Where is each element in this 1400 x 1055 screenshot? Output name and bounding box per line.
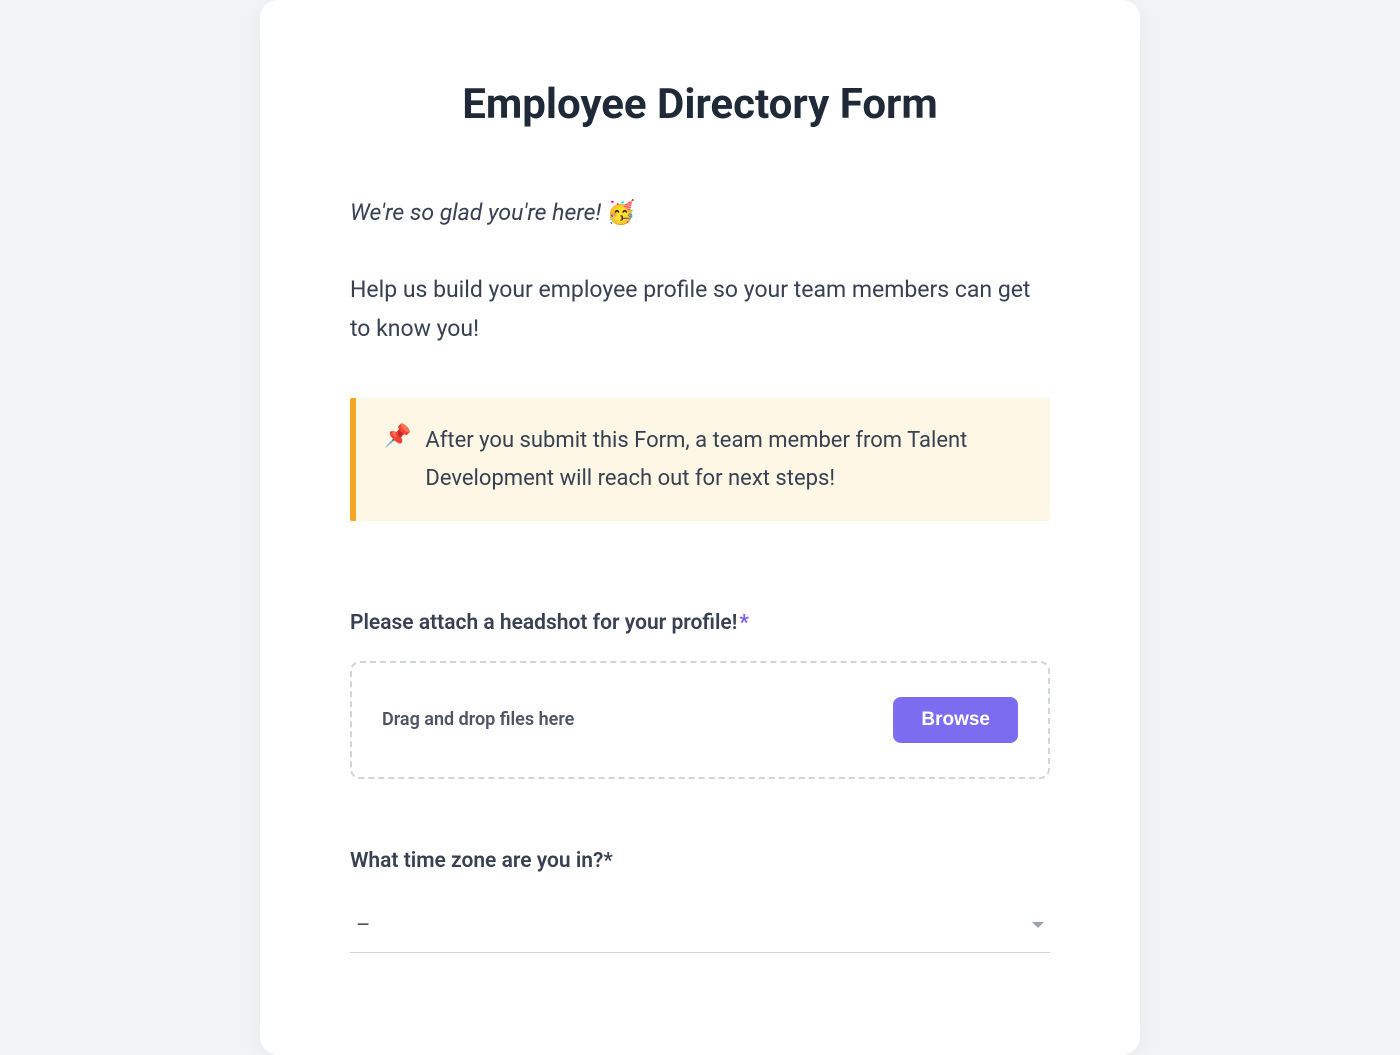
timezone-selected-value: –: [356, 913, 370, 938]
timezone-label-text: What time zone are you in?: [350, 849, 603, 873]
headshot-field: Please attach a headshot for your profil…: [350, 611, 1050, 779]
chevron-down-icon: [1032, 922, 1044, 928]
form-card: Employee Directory Form We're so glad yo…: [260, 0, 1140, 1055]
party-face-emoji: 🥳: [607, 199, 636, 226]
required-marker: *: [603, 849, 612, 873]
browse-button[interactable]: Browse: [893, 697, 1018, 743]
required-marker: *: [739, 611, 749, 635]
intro-text: We're so glad you're here! 🥳: [350, 199, 1050, 226]
page-background: Employee Directory Form We're so glad yo…: [0, 0, 1400, 1055]
pushpin-icon: 📌: [384, 422, 411, 453]
intro-text-content: We're so glad you're here!: [350, 199, 607, 226]
form-title: Employee Directory Form: [350, 80, 1050, 129]
info-callout: 📌 After you submit this Form, a team mem…: [350, 398, 1050, 521]
file-dropzone[interactable]: Drag and drop files here Browse: [350, 661, 1050, 779]
timezone-label: What time zone are you in?*: [350, 849, 1050, 873]
headshot-label-text: Please attach a headshot for your profil…: [350, 611, 737, 635]
dropzone-hint: Drag and drop files here: [382, 709, 574, 730]
callout-text: After you submit this Form, a team membe…: [425, 422, 1022, 497]
headshot-label: Please attach a headshot for your profil…: [350, 611, 1050, 635]
timezone-select[interactable]: –: [350, 903, 1050, 953]
form-description: Help us build your employee profile so y…: [350, 270, 1050, 348]
timezone-field: What time zone are you in?* –: [350, 849, 1050, 953]
